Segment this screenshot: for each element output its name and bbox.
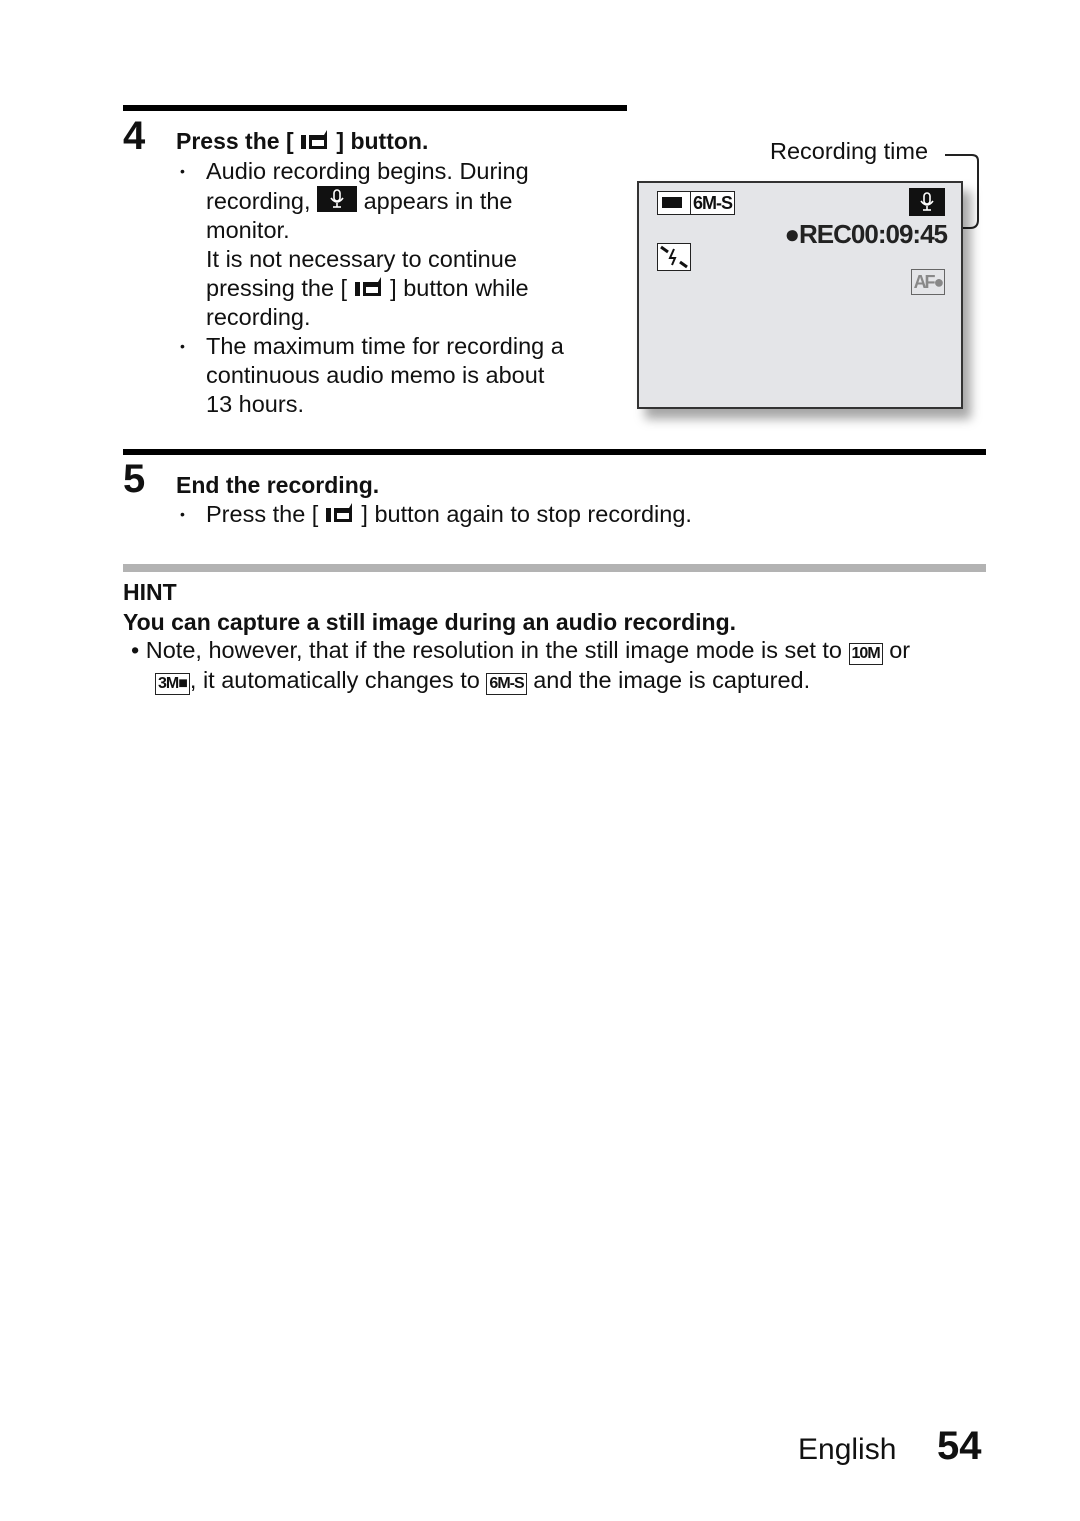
text-line: continuous audio memo is about	[206, 362, 545, 388]
text-line: 3M■, it automatically changes to 6M-S an…	[131, 666, 991, 695]
hint-title: You can capture a still image during an …	[123, 609, 737, 635]
text-line: recording.	[206, 304, 311, 330]
text-line: • Note, however, that if the resolution …	[131, 636, 991, 665]
flash-off-icon	[657, 243, 691, 271]
movie-camera-icon	[325, 502, 355, 526]
step4-number: 4	[123, 114, 146, 158]
footer-language: English	[798, 1433, 897, 1466]
movie-camera-icon	[300, 129, 330, 153]
step4-bullet-1: • Audio recording begins. During recordi…	[176, 157, 616, 332]
text-fragment: , it automatically changes to	[189, 667, 480, 693]
step5-rule	[123, 449, 986, 455]
camera-monitor: 6M-S ●REC00:09:45 AF●	[637, 181, 963, 409]
text-fragment: or	[889, 637, 911, 663]
text-fragment: pressing the [	[206, 275, 348, 301]
bullet-dot: •	[180, 163, 185, 179]
resolution-badge: 6M-S	[690, 191, 736, 215]
text-line: monitor.	[206, 217, 290, 243]
text-line: 13 hours.	[206, 391, 304, 417]
text-fragment: appears in the	[363, 188, 513, 214]
step4-body: • Audio recording begins. During recordi…	[176, 157, 616, 419]
bullet-dot: •	[180, 506, 185, 522]
movie-camera-icon	[354, 276, 384, 300]
rec-time-readout: ●REC00:09:45	[784, 219, 948, 249]
text-fragment: ] button again to stop recording.	[361, 501, 692, 527]
step4-title: Press the [ ] button.	[176, 127, 428, 155]
hint-label: HINT	[123, 579, 177, 605]
step5-bullet: • Press the [ ] button again to stop rec…	[176, 500, 1080, 529]
bullet-dot: •	[180, 338, 185, 354]
step4-rule	[123, 105, 627, 111]
step4-title-post: ] button.	[336, 128, 429, 154]
text-line: It is not necessary to continue	[206, 246, 517, 272]
resolution-3m-badge: 3M■	[155, 673, 190, 695]
text-fragment: ] button while	[390, 275, 529, 301]
text-fragment: Press the [	[206, 501, 319, 527]
hint-rule	[123, 564, 986, 572]
text-fragment: Note, however, that if the resolution in…	[145, 637, 842, 663]
resolution-6ms-badge: 6M-S	[486, 673, 527, 695]
page-number: 54	[937, 1424, 982, 1468]
text-fragment: recording,	[206, 188, 311, 214]
step4-bullet-2: • The maximum time for recording a conti…	[176, 332, 616, 419]
card-icon	[657, 191, 691, 215]
resolution-10m-badge: 10M	[848, 643, 883, 665]
step5-title: End the recording.	[176, 472, 380, 498]
microphone-icon	[317, 186, 358, 212]
text-line: pressing the [ ] button while	[206, 274, 616, 303]
bullet-dot: •	[131, 637, 140, 663]
text-line: recording, appears in the	[206, 186, 616, 216]
microphone-icon	[909, 188, 945, 216]
af-lock-icon: AF●	[911, 269, 945, 295]
step4-title-pre: Press the [	[176, 128, 294, 154]
hint-body: • Note, however, that if the resolution …	[131, 636, 991, 695]
text-line: Audio recording begins. During	[206, 158, 529, 184]
step5-number: 5	[123, 457, 146, 501]
text-line: The maximum time for recording a	[206, 333, 564, 359]
recording-time-callout: Recording time	[770, 138, 929, 164]
text-fragment: and the image is captured.	[533, 667, 811, 693]
